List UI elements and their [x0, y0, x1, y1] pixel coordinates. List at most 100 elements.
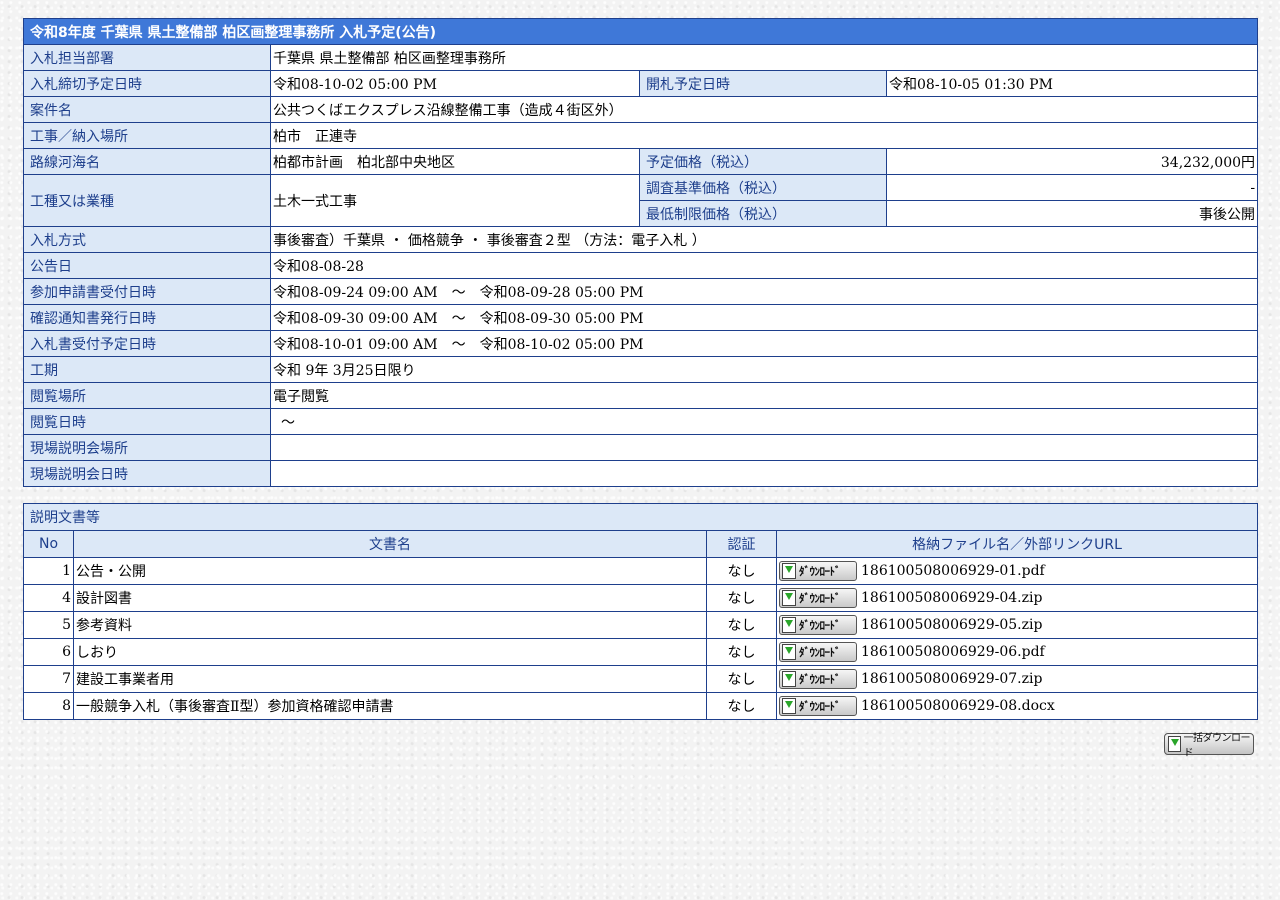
doc-cert: なし [706, 638, 777, 666]
period-value: 令和 9年 3月25日限り [269, 356, 1259, 383]
survey-price-value: - [885, 174, 1259, 201]
doc-cert: なし [706, 665, 777, 693]
deadline-label: 入札締切予定日時 [23, 70, 271, 97]
est-price-label: 予定価格（税込） [639, 148, 887, 175]
notice-table: 令和8年度 千葉県 県土整備部 柏区画整理事務所 入札予定(公告) 入札担当部署… [22, 18, 1259, 487]
page-content: 令和8年度 千葉県 県土整備部 柏区画整理事務所 入札予定(公告) 入札担当部署… [22, 18, 1259, 720]
documents-title: 説明文書等 [23, 503, 1258, 531]
doc-cert: なし [706, 611, 777, 639]
col-header-no: No [23, 530, 74, 558]
opening-label: 開札予定日時 [639, 70, 887, 97]
doc-file-name: 186100508006929-04.zip [861, 590, 1043, 606]
doc-file-name: 186100508006929-06.pdf [861, 644, 1045, 660]
doc-file-cell: ﾀﾞｳﾝﾛｰﾄﾞ 186100508006929-07.zip [776, 665, 1258, 693]
min-price-label: 最低制限価格（税込） [639, 200, 887, 227]
doc-file-cell: ﾀﾞｳﾝﾛｰﾄﾞ 186100508006929-08.docx [776, 692, 1258, 720]
download-button[interactable]: ﾀﾞｳﾝﾛｰﾄﾞ [779, 561, 857, 581]
col-header-name: 文書名 [73, 530, 707, 558]
announce-value: 令和08-08-28 [269, 252, 1259, 279]
documents-body: 1 公告・公開 なし ﾀﾞｳﾝﾛｰﾄﾞ 186100508006929-01.pdf 4 設… [23, 557, 1258, 720]
doc-name: 建設工事業者用 [73, 665, 707, 693]
doc-name: しおり [73, 638, 707, 666]
doc-file-name: 186100508006929-08.docx [861, 698, 1055, 714]
doc-file-name: 186100508006929-07.zip [861, 671, 1043, 687]
table-row: 4 設計図書 なし ﾀﾞｳﾝﾛｰﾄﾞ 186100508006929-04.zip [23, 584, 1258, 612]
download-button[interactable]: ﾀﾞｳﾝﾛｰﾄﾞ [779, 642, 857, 662]
doc-file-name: 186100508006929-05.zip [861, 617, 1043, 633]
download-label: ﾀﾞｳﾝﾛｰﾄﾞ [799, 700, 841, 713]
confirm-label: 確認通知書発行日時 [23, 304, 271, 331]
table-row: 1 公告・公開 なし ﾀﾞｳﾝﾛｰﾄﾞ 186100508006929-01.pdf [23, 557, 1258, 585]
min-price-value: 事後公開 [885, 200, 1259, 227]
case-label: 案件名 [23, 96, 271, 123]
doc-no: 4 [23, 584, 74, 612]
doc-file-cell: ﾀﾞｳﾝﾛｰﾄﾞ 186100508006929-06.pdf [776, 638, 1258, 666]
doc-cert: なし [706, 692, 777, 720]
period-label: 工期 [23, 356, 271, 383]
doc-cert: なし [706, 584, 777, 612]
doc-name: 公告・公開 [73, 557, 707, 585]
place-label: 工事／納入場所 [23, 122, 271, 149]
site-date-label: 現場説明会日時 [23, 460, 271, 487]
download-button[interactable]: ﾀﾞｳﾝﾛｰﾄﾞ [779, 696, 857, 716]
table-row: 5 参考資料 なし ﾀﾞｳﾝﾛｰﾄﾞ 186100508006929-05.zip [23, 611, 1258, 639]
download-icon [782, 698, 796, 714]
view-date-label: 閲覧日時 [23, 408, 271, 435]
site-date-value [269, 460, 1259, 487]
case-value: 公共つくばエクスプレス沿線整備工事（造成４街区外） [269, 96, 1259, 123]
download-icon [782, 563, 796, 579]
doc-cert: なし [706, 557, 777, 585]
doc-file-cell: ﾀﾞｳﾝﾛｰﾄﾞ 186100508006929-04.zip [776, 584, 1258, 612]
survey-price-label: 調査基準価格（税込） [639, 174, 887, 201]
doc-file-name: 186100508006929-01.pdf [861, 563, 1045, 579]
download-icon [782, 644, 796, 660]
notice-title: 令和8年度 千葉県 県土整備部 柏区画整理事務所 入札予定(公告) [22, 18, 1259, 45]
apply-label: 参加申請書受付日時 [23, 278, 271, 305]
announce-label: 公告日 [23, 252, 271, 279]
dept-label: 入札担当部署 [23, 44, 271, 71]
col-header-cert: 認証 [706, 530, 777, 558]
doc-no: 5 [23, 611, 74, 639]
bid-accept-value: 令和08-10-01 09:00 AM ～ 令和08-10-02 05:00 P… [269, 330, 1259, 357]
apply-value: 令和08-09-24 09:00 AM ～ 令和08-09-28 05:00 P… [269, 278, 1259, 305]
deadline-value: 令和08-10-02 05:00 PM [270, 70, 640, 97]
doc-no: 1 [23, 557, 74, 585]
doc-no: 7 [23, 665, 74, 693]
bulk-download-button[interactable]: 一括ダウンロード [1164, 733, 1254, 759]
download-label: ﾀﾞｳﾝﾛｰﾄﾞ [799, 673, 841, 686]
view-place-value: 電子閲覧 [269, 382, 1259, 409]
doc-name: 一般競争入札（事後審査Ⅱ型）参加資格確認申請書 [73, 692, 707, 720]
download-icon [782, 617, 796, 633]
download-icon [1168, 736, 1181, 752]
download-label: ﾀﾞｳﾝﾛｰﾄﾞ [799, 619, 841, 632]
documents-table: 説明文書等 No 文書名 認証 格納ファイル名／外部リンクURL 1 公告・公開な… [23, 503, 1258, 720]
download-icon [782, 671, 796, 687]
route-label: 路線河海名 [23, 148, 271, 175]
download-label: ﾀﾞｳﾝﾛｰﾄﾞ [799, 646, 841, 659]
site-place-value [269, 434, 1259, 461]
method-label: 入札方式 [23, 226, 271, 253]
opening-value: 令和08-10-05 01:30 PM [885, 70, 1259, 97]
confirm-value: 令和08-09-30 09:00 AM ～ 令和08-09-30 05:00 P… [269, 304, 1259, 331]
bid-accept-label: 入札書受付予定日時 [23, 330, 271, 357]
doc-no: 6 [23, 638, 74, 666]
place-value: 柏市 正連寺 [269, 122, 1259, 149]
table-row: 7 建設工事業者用 なし ﾀﾞｳﾝﾛｰﾄﾞ 186100508006929-07.zip [23, 665, 1258, 693]
dept-value: 千葉県 県土整備部 柏区画整理事務所 [269, 44, 1259, 71]
type-label: 工種又は業種 [23, 174, 271, 227]
view-place-label: 閲覧場所 [23, 382, 271, 409]
download-label: ﾀﾞｳﾝﾛｰﾄﾞ [799, 565, 841, 578]
table-row: 8 一般競争入札（事後審査Ⅱ型）参加資格確認申請書 なし ﾀﾞｳﾝﾛｰﾄﾞ 186100… [23, 692, 1258, 720]
download-button[interactable]: ﾀﾞｳﾝﾛｰﾄﾞ [779, 588, 857, 608]
table-row: 6 しおり なし ﾀﾞｳﾝﾛｰﾄﾞ 186100508006929-06.pdf [23, 638, 1258, 666]
doc-file-cell: ﾀﾞｳﾝﾛｰﾄﾞ 186100508006929-05.zip [776, 611, 1258, 639]
doc-name: 設計図書 [73, 584, 707, 612]
download-button[interactable]: ﾀﾞｳﾝﾛｰﾄﾞ [779, 615, 857, 635]
doc-file-cell: ﾀﾞｳﾝﾛｰﾄﾞ 186100508006929-01.pdf [776, 557, 1258, 585]
doc-name: 参考資料 [73, 611, 707, 639]
download-button[interactable]: ﾀﾞｳﾝﾛｰﾄﾞ [779, 669, 857, 689]
method-value: 事後審査）千葉県 ・ 価格競争 ・ 事後審査２型 （方法：電子入札 ） [269, 226, 1259, 253]
view-date-value: ～ [269, 408, 1259, 435]
download-label: ﾀﾞｳﾝﾛｰﾄﾞ [799, 592, 841, 605]
route-value: 柏都市計画 柏北部中央地区 [270, 148, 640, 175]
